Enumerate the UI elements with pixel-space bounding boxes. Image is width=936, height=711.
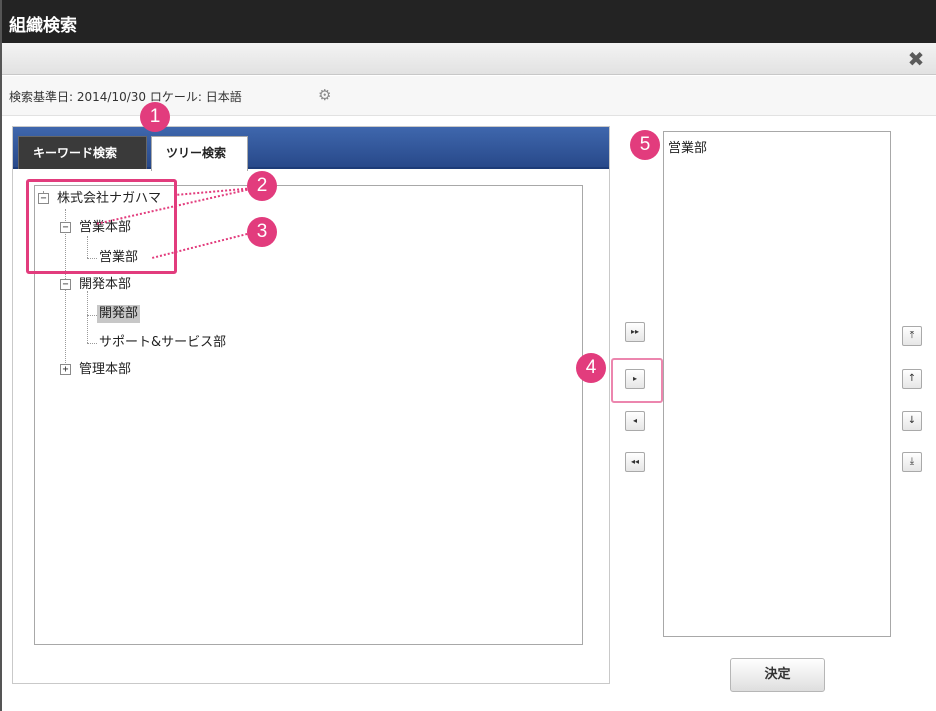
add-all-button[interactable]: ▸▸ <box>625 322 645 342</box>
search-info-text: 検索基準日: 2014/10/30 ロケール: 日本語 <box>9 90 242 104</box>
callout-1: 1 <box>140 102 170 132</box>
dialog-titlebar: 組織検索 <box>2 0 936 43</box>
tab-bar: キーワード検索 ツリー検索 <box>13 127 609 171</box>
callout-3: 3 <box>247 217 277 247</box>
decide-button[interactable]: 決定 <box>730 658 825 692</box>
tree-connector <box>87 291 88 343</box>
gear-icon[interactable]: ⚙ <box>318 86 336 104</box>
callout-5: 5 <box>630 130 660 160</box>
remove-all-button[interactable]: ◂◂ <box>625 452 645 472</box>
highlight-box-tree <box>26 179 177 274</box>
tree-connector <box>87 343 97 344</box>
highlight-box-add-button <box>611 358 663 403</box>
callout-4: 4 <box>576 353 606 383</box>
selected-item[interactable]: 営業部 <box>668 137 707 156</box>
tab-keyword-search[interactable]: キーワード検索 <box>18 136 147 169</box>
tree-toggle-dev-hq[interactable]: − <box>60 279 71 290</box>
close-icon[interactable]: ✖ <box>904 47 928 71</box>
dialog-toolbar: ✖ <box>2 43 936 75</box>
move-top-button[interactable]: ⤒ <box>902 326 922 346</box>
tree-toggle-mgmt-hq[interactable]: + <box>60 364 71 375</box>
tab-tree-search[interactable]: ツリー検索 <box>151 136 248 171</box>
remove-selected-button[interactable]: ◂ <box>625 411 645 431</box>
dialog-title: 組織検索 <box>9 16 77 36</box>
move-bottom-button[interactable]: ⤓ <box>902 452 922 472</box>
tree-node-support-dept[interactable]: サポート&サービス部 <box>99 334 226 352</box>
tree-node-dev-dept[interactable]: 開発部 <box>97 305 141 323</box>
tree-connector <box>87 315 97 316</box>
callout-2: 2 <box>247 171 277 201</box>
tree-node-mgmt-hq[interactable]: 管理本部 <box>79 361 131 379</box>
selected-organization-list[interactable]: 営業部 <box>663 131 891 637</box>
tree-node-dev-hq[interactable]: 開発本部 <box>79 276 131 294</box>
move-down-button[interactable]: ↓ <box>902 411 922 431</box>
move-up-button[interactable]: ↑ <box>902 369 922 389</box>
